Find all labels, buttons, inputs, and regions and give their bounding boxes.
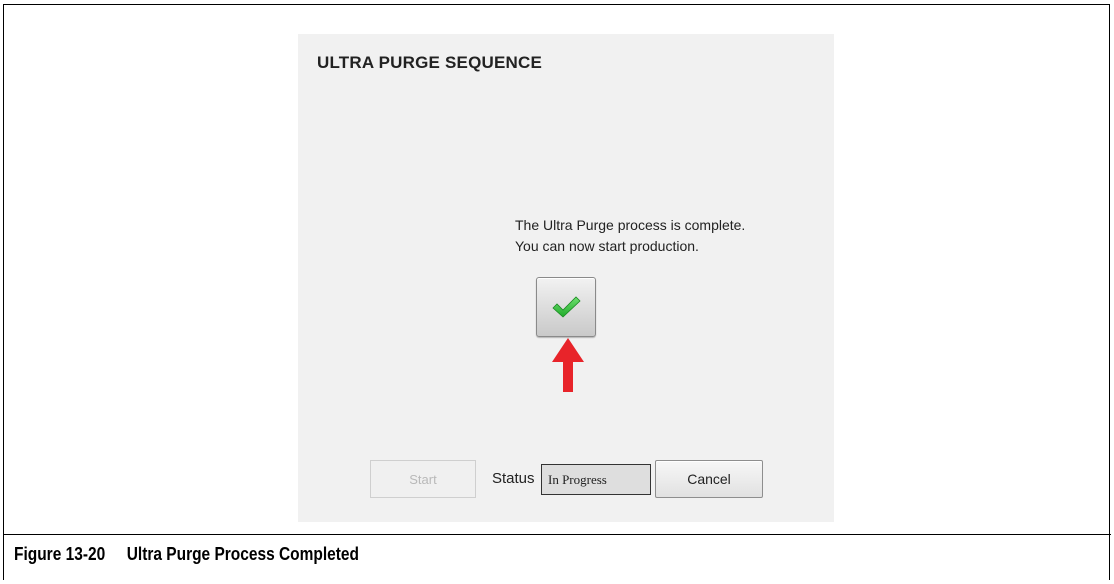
ultra-purge-dialog: ULTRA PURGE SEQUENCE The Ultra Purge pro… [298, 34, 834, 522]
start-button[interactable]: Start [370, 460, 476, 498]
caption-divider [3, 534, 1111, 535]
cancel-button[interactable]: Cancel [655, 460, 763, 498]
message-line-1: The Ultra Purge process is complete. [515, 217, 746, 233]
figure-number: Figure 13-20 [14, 544, 106, 564]
checkmark-icon [552, 296, 581, 318]
figure-title: Ultra Purge Process Completed [126, 544, 359, 564]
red-arrow-up-icon [552, 338, 584, 392]
dialog-action-bar: Start Status In Progress Cancel [298, 460, 834, 500]
message-line-2: You can now start production. [515, 238, 699, 254]
confirm-button[interactable] [536, 277, 596, 337]
status-field: In Progress [541, 464, 651, 495]
completion-message: The Ultra Purge process is complete. You… [298, 215, 834, 257]
figure-caption: Figure 13-20 Ultra Purge Process Complet… [14, 544, 359, 565]
dialog-title: ULTRA PURGE SEQUENCE [317, 53, 543, 72]
status-label: Status [492, 470, 535, 487]
